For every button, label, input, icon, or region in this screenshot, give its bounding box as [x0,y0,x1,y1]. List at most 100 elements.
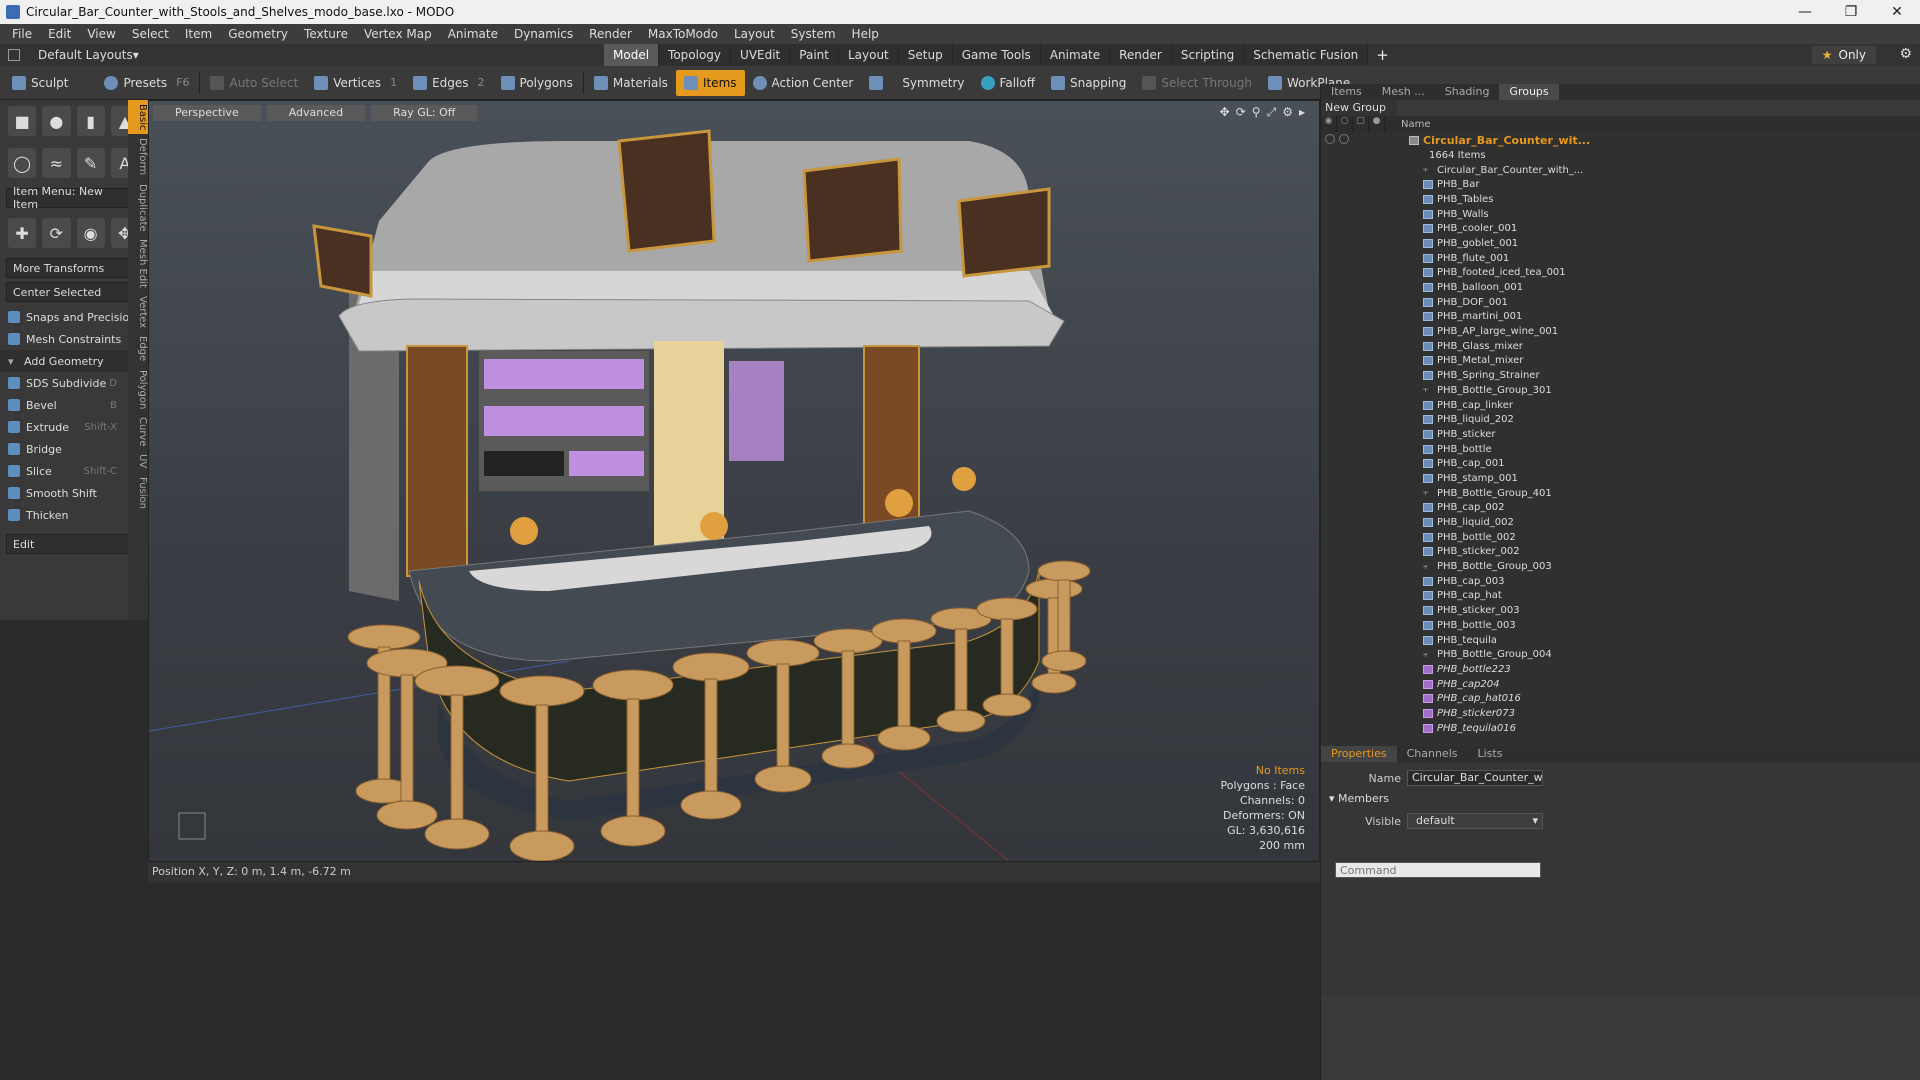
menu-render[interactable]: Render [581,27,640,41]
gear-icon[interactable]: ⚙ [1899,46,1912,62]
add-tab-button[interactable]: + [1368,44,1397,66]
visible-dropdown[interactable]: default ▾ [1407,813,1543,829]
tree-item[interactable]: PHB_Metal_mixer [1321,354,1920,369]
menu-maxtomodo[interactable]: MaxToModo [640,27,726,41]
vtab-duplicate[interactable]: Duplicate [128,180,148,236]
tree-item[interactable]: PHB_tequila [1321,633,1920,648]
pan-icon[interactable]: ✥ [1220,105,1230,120]
default-layouts-dropdown[interactable]: Default Layouts ▾ [0,48,600,62]
torus-icon[interactable]: ◯ [8,148,37,178]
menu-texture[interactable]: Texture [296,27,356,41]
raygl-button[interactable]: Ray GL: Off [371,105,478,121]
tree-item[interactable]: PHB_Glass_mixer [1321,339,1920,354]
rotate-icon[interactable]: ⟳ [42,218,71,248]
tree-item[interactable]: PHB_cap_hat [1321,589,1920,604]
vtab-edge[interactable]: Edge [128,332,148,365]
members-section[interactable]: ▾ Members [1321,792,1920,805]
name-field[interactable]: Circular_Bar_Counter_with_Stool [1407,770,1543,786]
more-transforms-dropdown[interactable]: More Transforms▾ [6,258,141,278]
scale-icon[interactable]: ◉ [76,218,105,248]
vtab-mesh-edit[interactable]: Mesh Edit [128,235,148,292]
tree-item[interactable]: PHB_sticker_002 [1321,545,1920,560]
tab-model[interactable]: Model [604,44,660,66]
tab-game-tools[interactable]: Game Tools [952,44,1041,66]
tree-item[interactable]: PHB_cap204 [1321,677,1920,692]
tree-item[interactable]: PHB_cap_002 [1321,501,1920,516]
tree-item[interactable]: PHB_footed_iced_tea_001 [1321,266,1920,281]
viewport-settings-icon[interactable]: ⚙ [1282,105,1293,120]
tree-item[interactable]: ⫟ PHB_Bottle_Group_003 [1321,559,1920,574]
tab-paint[interactable]: Paint [790,44,839,66]
vertices-button[interactable]: Vertices 1 [306,70,405,96]
visibility-icon[interactable]: ◉ [1321,116,1337,132]
tree-item[interactable]: PHB_bottle_003 [1321,618,1920,633]
cube-icon[interactable]: ■ [8,106,37,136]
edges-button[interactable]: Edges 2 [405,70,492,96]
tree-item[interactable]: PHB_Walls [1321,207,1920,222]
tree-item[interactable]: PHB_cap_001 [1321,456,1920,471]
tree-item[interactable]: PHB_AP_large_wine_001 [1321,324,1920,339]
smooth-shift-button[interactable]: Smooth Shift [0,482,147,504]
tree-item[interactable]: PHB_cap_003 [1321,574,1920,589]
command-input[interactable] [1335,862,1541,878]
thicken-button[interactable]: Thicken [0,504,147,526]
menu-item[interactable]: Item [177,27,220,41]
tab-lists[interactable]: Lists [1468,746,1513,762]
mesh-constraints-button[interactable]: Mesh Constraints [0,328,147,350]
tree-root-group[interactable]: Circular_Bar_Counter_wit... [1321,132,1920,148]
advanced-button[interactable]: Advanced [266,105,366,121]
tree-item[interactable]: PHB_bottle223 [1321,662,1920,677]
render-icon[interactable]: ○ [1337,116,1353,132]
tree-item[interactable]: PHB_cooler_001 [1321,221,1920,236]
bevel-button[interactable]: Bevel B [0,394,147,416]
center-selected-dropdown[interactable]: Center Selected▾ [6,282,141,302]
tree-item[interactable]: PHB_sticker_003 [1321,603,1920,618]
tree-item[interactable]: PHB_stamp_001 [1321,471,1920,486]
tab-properties[interactable]: Properties [1321,746,1397,762]
slice-button[interactable]: Slice Shift-C [0,460,147,482]
menu-help[interactable]: Help [844,27,887,41]
add-geometry-header[interactable]: ▾ Add Geometry [0,350,147,372]
tree-item[interactable]: PHB_DOF_001 [1321,295,1920,310]
eye-icon[interactable] [1325,134,1335,144]
polygons-button[interactable]: Polygons [493,70,581,96]
tree-item[interactable]: PHB_sticker [1321,427,1920,442]
extrude-button[interactable]: Extrude Shift-X [0,416,147,438]
tab-items[interactable]: Items [1321,84,1372,100]
menu-file[interactable]: File [4,27,40,41]
tab-topology[interactable]: Topology [659,44,732,66]
tab-mesh[interactable]: Mesh ... [1372,84,1435,100]
capsule-icon[interactable]: ≈ [42,148,71,178]
tree-item[interactable]: PHB_flute_001 [1321,251,1920,266]
new-group-button[interactable]: New Group [1321,100,1397,116]
materials-button[interactable]: Materials [586,70,676,96]
presets-button[interactable]: Presets F6 [96,70,197,96]
tree-item[interactable]: ⫟ Circular_Bar_Counter_with_... [1321,163,1920,178]
only-toggle[interactable]: ★ Only [1811,46,1876,64]
3d-viewport[interactable]: Perspective Advanced Ray GL: Off ✥ ⟳ ⚲ ⤢… [148,100,1320,862]
tree-item[interactable]: ⫟ PHB_Bottle_Group_401 [1321,486,1920,501]
select-icon[interactable]: ● [1369,116,1385,132]
tree-item[interactable]: PHB_Spring_Strainer [1321,368,1920,383]
tree-item[interactable]: PHB_sticker073 [1321,706,1920,721]
zoom-icon[interactable]: ⚲ [1252,105,1261,120]
symmetry-button[interactable]: Symmetry [861,70,972,96]
tree-item[interactable]: PHB_martini_001 [1321,310,1920,325]
tree-item[interactable]: ⫟ PHB_Bottle_Group_004 [1321,647,1920,662]
perspective-button[interactable]: Perspective [153,105,261,121]
items-button[interactable]: Items [675,69,745,96]
tree-item[interactable]: PHB_balloon_001 [1321,280,1920,295]
cylinder-icon[interactable]: ▮ [76,106,105,136]
bridge-button[interactable]: Bridge [0,438,147,460]
tree-item[interactable]: PHB_cap_linker [1321,398,1920,413]
vtab-deform[interactable]: Deform [128,134,148,179]
lock-icon[interactable]: ▢ [1353,116,1369,132]
tree-item[interactable]: PHB_Bar [1321,177,1920,192]
sculpt-button[interactable]: Sculpt [4,70,76,96]
vtab-curve[interactable]: Curve [128,413,148,451]
menu-vertex-map[interactable]: Vertex Map [356,27,440,41]
orbit-icon[interactable]: ⟳ [1236,105,1246,120]
snaps-precision-button[interactable]: Snaps and Precision [0,306,147,328]
maximize-button[interactable]: ❐ [1828,0,1874,24]
tree-item[interactable]: PHB_Tables [1321,192,1920,207]
